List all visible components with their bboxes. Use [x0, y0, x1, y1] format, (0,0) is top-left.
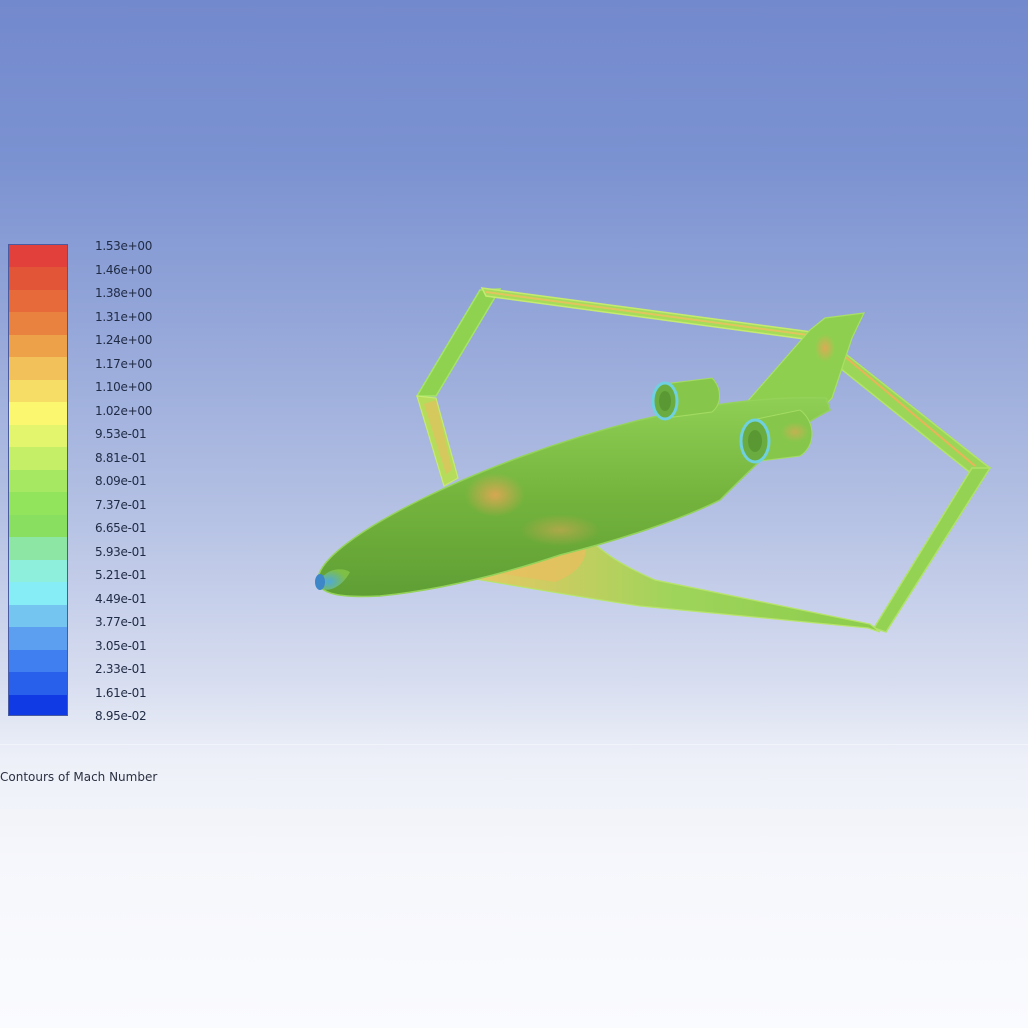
aircraft-model[interactable]	[0, 0, 1028, 1028]
rear-wing-strut	[416, 395, 459, 487]
graphics-viewport[interactable]: 1.53e+00 1.46e+00 1.38e+00 1.31e+00 1.24e+00…	[0, 0, 1028, 1028]
viewport-separator	[0, 744, 1028, 745]
plot-title: Contours of Mach Number	[0, 770, 158, 784]
